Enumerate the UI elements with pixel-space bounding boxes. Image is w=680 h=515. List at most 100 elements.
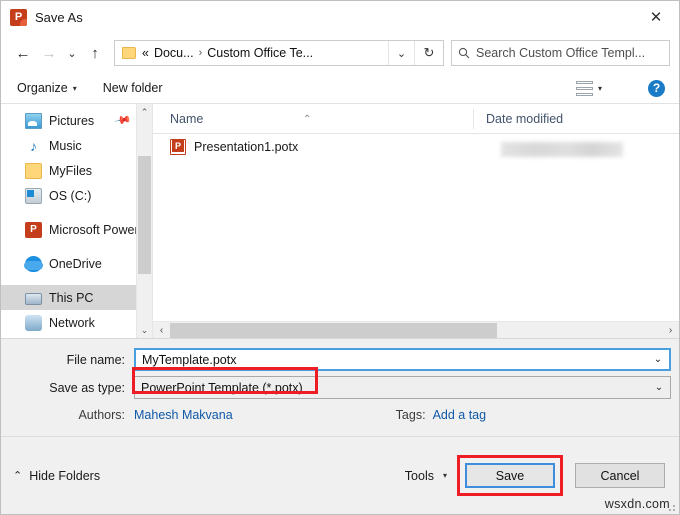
breadcrumb-item-custom-office-templates[interactable]: Custom Office Te... xyxy=(207,46,313,60)
scrollbar-thumb[interactable] xyxy=(170,323,497,338)
hide-folders-label: Hide Folders xyxy=(29,469,100,483)
forward-button[interactable]: → xyxy=(36,40,62,66)
date-modified-cell-redacted xyxy=(501,142,623,157)
sidebar-item-label: Music xyxy=(49,139,82,153)
resize-grip[interactable] xyxy=(666,502,676,512)
sidebar-item-microsoft-powerpoint[interactable]: P Microsoft PowerPo xyxy=(1,217,152,242)
column-header-name[interactable]: Name ⌃ xyxy=(153,112,473,126)
powerpoint-file-icon xyxy=(170,139,186,155)
scroll-right-icon[interactable]: › xyxy=(662,322,679,339)
save-as-type-select[interactable]: PowerPoint Template (*.potx) ⌄ xyxy=(134,376,671,399)
address-dropdown-icon[interactable]: ⌄ xyxy=(388,41,414,65)
close-icon[interactable]: ✕ xyxy=(633,1,679,33)
back-button[interactable]: ← xyxy=(10,40,36,66)
search-box[interactable]: Search Custom Office Templ... xyxy=(451,40,670,66)
address-bar[interactable]: « Docu... › Custom Office Te... ⌄ ↻ xyxy=(114,40,444,66)
breadcrumb-overflow[interactable]: « xyxy=(142,46,149,60)
file-name-input[interactable]: MyTemplate.potx ⌄ xyxy=(134,348,671,371)
dialog-footer: ⌃ Hide Folders Tools ▾ Save Cancel wsxdn… xyxy=(1,436,679,514)
scroll-left-icon[interactable]: ‹ xyxy=(153,322,170,339)
pictures-icon xyxy=(25,113,42,129)
scrollbar-track[interactable] xyxy=(170,322,662,339)
network-icon xyxy=(25,315,42,331)
tools-label: Tools xyxy=(405,469,434,483)
navigation-bar: ← → ⌄ ↑ « Docu... › Custom Office Te... … xyxy=(1,33,679,73)
sidebar-item-network[interactable]: Network xyxy=(1,310,152,335)
onedrive-icon xyxy=(25,256,42,272)
authors-value[interactable]: Mahesh Makvana xyxy=(134,408,233,422)
metadata-row: Authors: Mahesh Makvana Tags: Add a tag xyxy=(1,404,679,426)
file-list-header: Name ⌃ Date modified xyxy=(153,104,679,134)
sidebar-item-myfiles[interactable]: MyFiles xyxy=(1,158,152,183)
window-title: Save As xyxy=(35,10,83,25)
file-list-rows: Presentation1.potx xyxy=(153,134,679,321)
file-name-value: MyTemplate.potx xyxy=(136,353,647,367)
column-header-date-modified[interactable]: Date modified xyxy=(473,109,679,129)
recent-locations-button[interactable]: ⌄ xyxy=(62,40,82,66)
chevron-down-icon: ▾ xyxy=(443,471,447,480)
chevron-down-icon: ▾ xyxy=(598,84,602,93)
save-form: File name: MyTemplate.potx ⌄ Save as typ… xyxy=(1,339,679,436)
save-as-type-label: Save as type: xyxy=(1,381,134,395)
breadcrumb: « Docu... › Custom Office Te... xyxy=(142,46,388,60)
chevron-down-icon: ▾ xyxy=(73,84,77,93)
folder-icon xyxy=(122,47,136,59)
column-header-name-label: Name xyxy=(170,112,203,126)
powerpoint-icon: P xyxy=(25,222,42,238)
sidebar-item-onedrive[interactable]: OneDrive xyxy=(1,251,152,276)
folder-icon xyxy=(25,163,42,179)
powerpoint-icon: P xyxy=(10,9,27,26)
search-icon xyxy=(452,41,476,65)
save-button[interactable]: Save xyxy=(465,463,555,488)
scroll-up-icon[interactable]: ⌃ xyxy=(137,104,152,120)
file-name-label: File name: xyxy=(1,353,134,367)
tools-button[interactable]: Tools ▾ xyxy=(405,469,447,483)
save-as-type-row: Save as type: PowerPoint Template (*.pot… xyxy=(1,376,679,399)
organize-button[interactable]: Organize ▾ xyxy=(17,81,77,95)
sidebar-item-music[interactable]: ♪ Music xyxy=(1,133,152,158)
pin-icon[interactable]: 📌 xyxy=(114,111,133,130)
cancel-button[interactable]: Cancel xyxy=(575,463,665,488)
sidebar-item-os-c[interactable]: OS (C:) xyxy=(1,183,152,208)
this-pc-icon xyxy=(25,293,42,305)
browser-body: Pictures 📌 ♪ Music MyFiles OS (C:) P Mic… xyxy=(1,104,679,339)
view-mode-button[interactable]: ▾ xyxy=(576,81,602,96)
list-view-icon xyxy=(576,81,593,96)
breadcrumb-item-documents[interactable]: Docu... xyxy=(154,46,194,60)
file-list-horizontal-scrollbar[interactable]: ‹ › xyxy=(153,321,679,338)
sidebar-item-label: Pictures xyxy=(49,114,94,128)
new-folder-label: New folder xyxy=(103,81,163,95)
title-bar: P Save As ✕ xyxy=(1,1,679,33)
sidebar-item-pictures[interactable]: Pictures 📌 xyxy=(1,108,152,133)
sidebar-item-label: OneDrive xyxy=(49,257,102,271)
file-name-cell: Presentation1.potx xyxy=(194,140,298,154)
file-list: Name ⌃ Date modified Presentation1.potx … xyxy=(153,104,679,338)
sidebar-item-label: OS (C:) xyxy=(49,189,91,203)
sidebar-item-this-pc[interactable]: This PC xyxy=(1,285,152,310)
scrollbar-thumb[interactable] xyxy=(138,156,151,274)
toolbar: Organize ▾ New folder ▾ ? xyxy=(1,73,679,104)
chevron-down-icon[interactable]: ⌄ xyxy=(647,354,669,365)
search-input[interactable]: Search Custom Office Templ... xyxy=(476,46,645,60)
navigation-pane: Pictures 📌 ♪ Music MyFiles OS (C:) P Mic… xyxy=(1,104,153,338)
sidebar-scrollbar[interactable]: ⌃ ⌄ xyxy=(136,104,152,338)
scroll-down-icon[interactable]: ⌄ xyxy=(137,322,152,338)
up-button[interactable]: ↑ xyxy=(82,40,108,66)
save-button-container: Save xyxy=(465,463,555,488)
save-as-dialog: P Save As ✕ ← → ⌄ ↑ « Docu... › Custom O… xyxy=(0,0,680,515)
help-icon[interactable]: ? xyxy=(648,80,665,97)
breadcrumb-separator-icon: › xyxy=(199,47,203,59)
chevron-down-icon[interactable]: ⌄ xyxy=(648,382,670,393)
tags-label: Tags: xyxy=(396,408,426,422)
organize-label: Organize xyxy=(17,81,68,95)
sidebar-item-label: This PC xyxy=(49,291,93,305)
refresh-icon[interactable]: ↻ xyxy=(414,41,443,65)
authors-label: Authors: xyxy=(1,408,134,422)
hide-folders-button[interactable]: ⌃ Hide Folders xyxy=(13,469,100,483)
add-a-tag-link[interactable]: Add a tag xyxy=(433,408,487,422)
sort-ascending-icon: ⌃ xyxy=(303,114,311,125)
music-icon: ♪ xyxy=(25,138,42,154)
drive-icon xyxy=(25,188,42,204)
chevron-up-icon: ⌃ xyxy=(13,469,22,482)
new-folder-button[interactable]: New folder xyxy=(103,81,163,95)
